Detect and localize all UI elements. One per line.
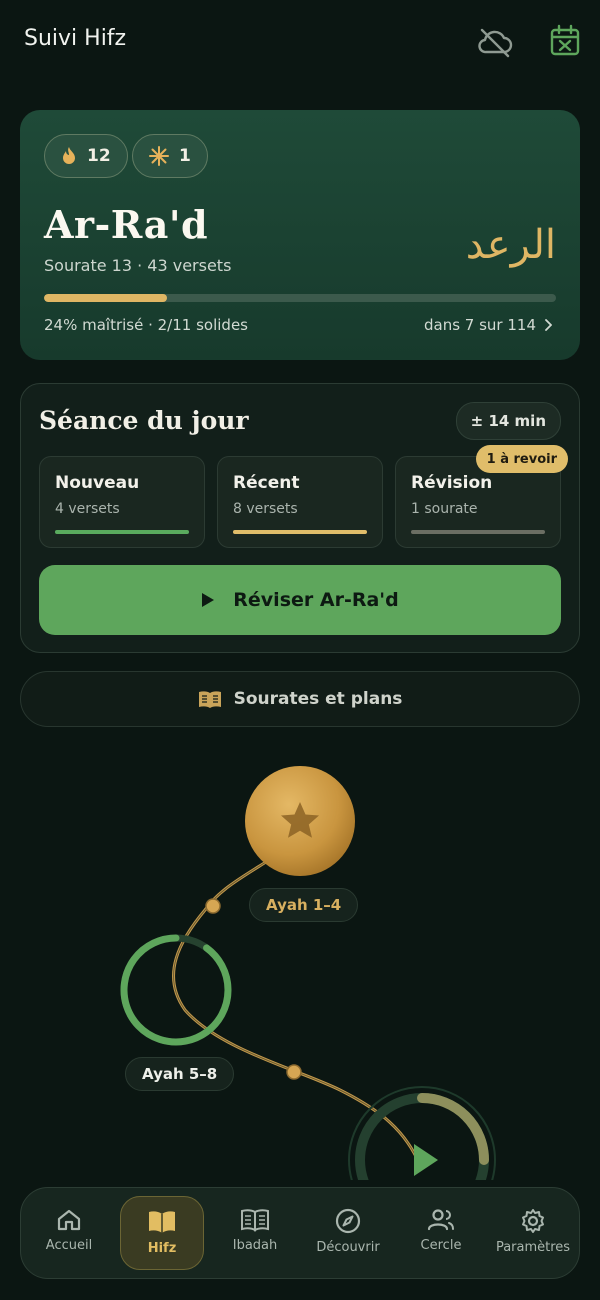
open-book-icon — [198, 691, 221, 708]
chevron-right-icon — [545, 319, 552, 331]
play-icon — [414, 1144, 438, 1176]
session-title: Séance du jour — [39, 406, 249, 435]
compass-icon — [335, 1208, 361, 1234]
review-start-button[interactable]: Réviser Ar-Ra'd — [39, 565, 561, 635]
freeze-pill: 1 — [132, 134, 208, 178]
nav-label: Hifz — [147, 1241, 177, 1256]
calendar-x-icon[interactable] — [548, 24, 584, 60]
tile-new[interactable]: Nouveau 4 versets — [39, 456, 205, 548]
nav-label: Accueil — [45, 1238, 93, 1253]
snowflake-icon — [149, 146, 169, 166]
mastery-progress-bar — [44, 294, 556, 302]
tile-progress-bar — [233, 530, 367, 534]
path-dot — [286, 1064, 302, 1080]
surah-rank-link[interactable]: dans 7 sur 114 — [424, 316, 552, 334]
path-dot — [205, 898, 221, 914]
sourates-plans-button[interactable]: Sourates et plans — [20, 671, 580, 727]
play-icon — [202, 593, 215, 607]
daily-session-card: Séance du jour ± 14 min Nouveau 4 verset… — [20, 383, 580, 653]
home-icon — [57, 1209, 81, 1231]
nav-item-accueil[interactable]: Accueil — [27, 1196, 111, 1270]
surah-name: Ar-Ra'd — [44, 202, 209, 247]
tile-subtitle: 8 versets — [233, 501, 298, 517]
nav-item-hifz[interactable]: Hifz — [120, 1196, 204, 1270]
surah-rank: dans 7 sur 114 — [423, 316, 536, 334]
surah-card[interactable]: 12 1 Ar-Ra'd Sourate 13 · 43 versets الر… — [20, 110, 580, 360]
nav-label: Ibadah — [232, 1238, 278, 1253]
path-node-1[interactable] — [245, 766, 355, 876]
nav-item-cercle[interactable]: Cercle — [399, 1196, 483, 1270]
streak-pill: 12 — [44, 134, 128, 178]
review-start-label: Réviser Ar-Ra'd — [233, 589, 399, 611]
nav-label: Découvrir — [316, 1240, 380, 1255]
tile-title: Révision — [411, 473, 493, 493]
nav-item-ibadah[interactable]: Ibadah — [213, 1196, 297, 1270]
tile-subtitle: 1 sourate — [411, 501, 478, 517]
flame-icon — [63, 147, 75, 164]
tile-subtitle: 4 versets — [55, 501, 120, 517]
cloud-off-icon[interactable] — [476, 24, 513, 60]
nav-label: Paramètres — [495, 1240, 571, 1255]
node-1-label: Ayah 1–4 — [249, 888, 359, 922]
tile-title: Récent — [233, 473, 300, 493]
streak-count: 12 — [87, 146, 111, 166]
book-icon — [241, 1209, 269, 1232]
nav-item-parametres[interactable]: Paramètres — [491, 1196, 575, 1270]
review-badge: 1 à revoir — [475, 445, 568, 473]
tile-recent[interactable]: Récent 8 versets — [217, 456, 383, 548]
mastery-stats: 24% maîtrisé · 2/11 solides — [44, 316, 248, 334]
people-icon — [427, 1209, 454, 1231]
gear-icon — [522, 1209, 544, 1233]
progress-path-map — [120, 766, 496, 1180]
surah-subtitle: Sourate 13 · 43 versets — [44, 256, 232, 275]
tile-title: Nouveau — [55, 473, 140, 493]
book-open-icon — [149, 1211, 175, 1233]
bottom-navigation: Accueil Hifz Ibadah Découvrir Cercle Par… — [20, 1187, 580, 1279]
duration-chip: ± 14 min — [455, 402, 561, 440]
path-node-3[interactable] — [348, 1086, 496, 1180]
tile-revision[interactable]: 1 à revoir Révision 1 sourate — [395, 445, 568, 548]
surah-arabic-name: الرعد — [465, 222, 556, 268]
node-2-label: Ayah 5–8 — [125, 1057, 235, 1091]
freeze-count: 1 — [179, 146, 191, 166]
nav-label: Cercle — [420, 1238, 462, 1253]
sourates-plans-label: Sourates et plans — [233, 689, 403, 709]
page-title: Suivi Hifz — [24, 26, 127, 51]
tile-progress-bar — [411, 530, 545, 534]
nav-item-decouvrir[interactable]: Découvrir — [306, 1196, 390, 1270]
mastery-progress-fill — [44, 294, 167, 302]
tile-progress-bar — [55, 530, 189, 534]
